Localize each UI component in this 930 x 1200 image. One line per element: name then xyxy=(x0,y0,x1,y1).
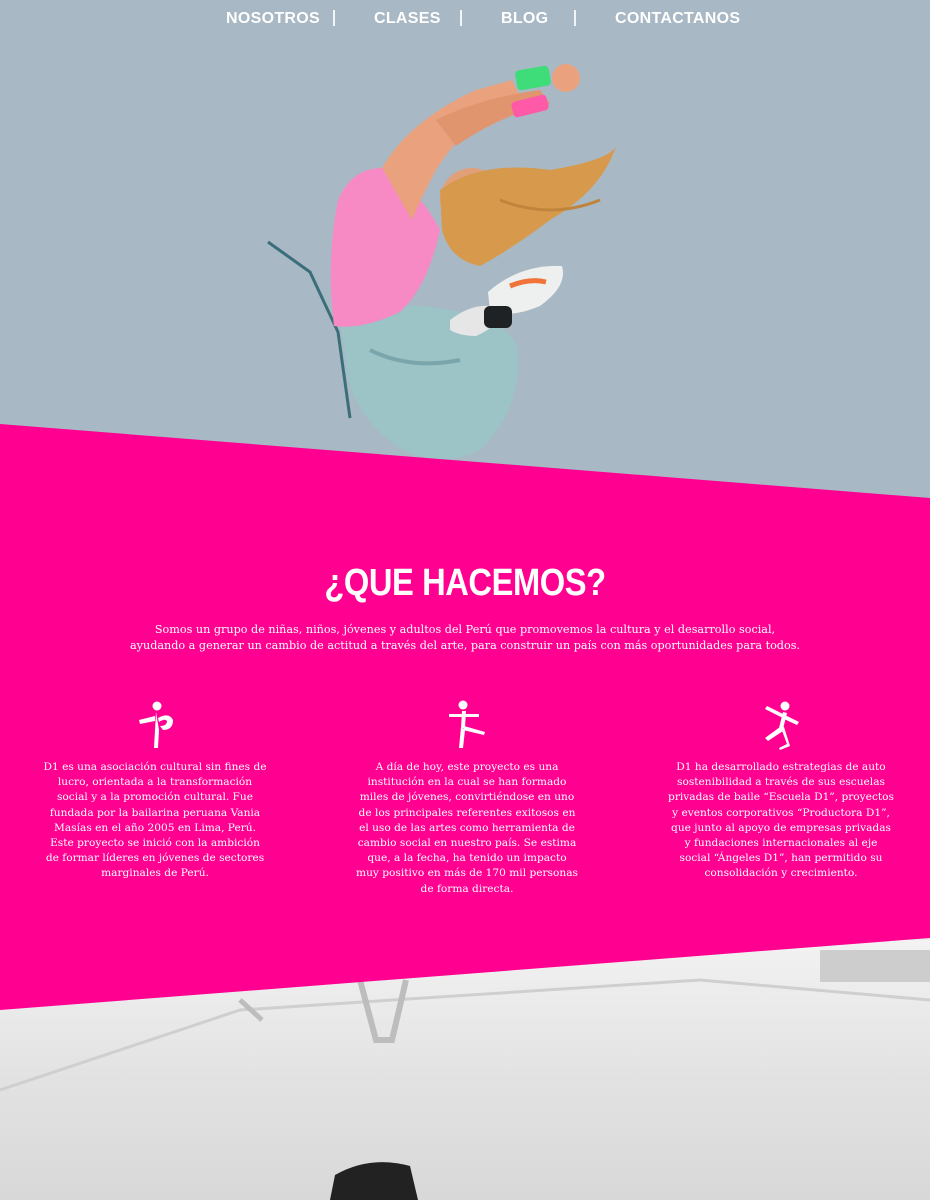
feature-text: D1 ha desarrollado estrategias de auto s… xyxy=(668,761,894,880)
dancer-jump-icon xyxy=(765,701,799,750)
dancer-leap-icon xyxy=(449,700,485,748)
nav-separator xyxy=(574,10,576,26)
feature-column: A día de hoy, este proyecto es una insti… xyxy=(355,700,579,897)
feature-text: D1 es una asociación cultural sin fines … xyxy=(43,761,267,880)
section-intro: Somos un grupo de niñas, niños, jóvenes … xyxy=(130,623,800,652)
feature-column: D1 es una asociación cultural sin fines … xyxy=(42,700,268,882)
feature-column: D1 ha desarrollado estrategias de auto s… xyxy=(668,700,894,882)
nav-item-nosotros[interactable]: NOSOTROS xyxy=(226,10,320,28)
nav-item-blog[interactable]: BLOG xyxy=(501,10,548,28)
hero-dancer-image xyxy=(267,64,616,460)
nav-separator xyxy=(333,10,335,26)
dancer-arabesque-icon xyxy=(139,701,173,748)
main-nav: NOSOTROS CLASES BLOG CONTACTANOS xyxy=(0,0,930,44)
feature-text: A día de hoy, este proyecto es una insti… xyxy=(356,761,578,895)
nav-item-contactanos[interactable]: CONTACTANOS xyxy=(615,10,740,28)
nav-separator xyxy=(460,10,462,26)
section-title: ¿QUE HACEMOS? xyxy=(324,562,606,604)
nav-item-clases[interactable]: CLASES xyxy=(374,10,441,28)
